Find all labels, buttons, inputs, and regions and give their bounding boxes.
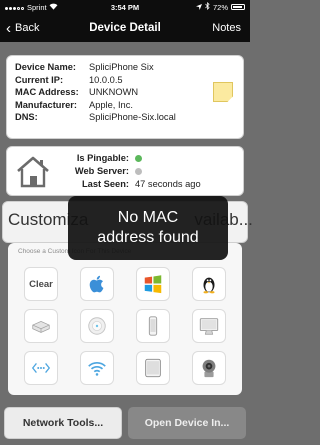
tablet-icon: [145, 358, 161, 378]
webserver-indicator: [135, 168, 142, 175]
clear-label: Clear: [29, 278, 53, 290]
no-mac-toast: No MAC address found: [68, 196, 228, 260]
pingable-indicator: [135, 155, 142, 162]
carrier-label: Sprint: [27, 2, 47, 12]
signal-icon: [5, 3, 25, 12]
carrier-info: Sprint: [5, 3, 58, 12]
wifi-status-icon: [49, 3, 58, 12]
monitor-icon: [199, 318, 219, 335]
wifi-icon-button[interactable]: [80, 351, 114, 385]
dns-row: DNS: SpliciPhone-Six.local: [15, 111, 235, 124]
open-device-button[interactable]: Open Device In...: [128, 407, 246, 439]
field-label: Manufacturer:: [15, 99, 77, 110]
sticky-note-icon[interactable]: [213, 82, 233, 102]
phone-icon: [148, 316, 158, 336]
location-icon: [195, 3, 202, 12]
linux-icon: [203, 277, 215, 294]
network-icon: [31, 363, 51, 373]
pingable-label: Is Pingable:: [76, 153, 129, 163]
apple-icon-button[interactable]: [80, 267, 114, 301]
field-value: 10.0.0.5: [89, 74, 123, 85]
router-icon-button[interactable]: [24, 309, 58, 343]
apple-icon: [89, 275, 104, 293]
smart-speaker-icon: [88, 317, 106, 335]
nav-bar: ‹ Back Device Detail Notes: [0, 14, 250, 42]
device-name-row: Device Name: SpliciPhone Six: [15, 61, 235, 74]
back-label: Back: [15, 22, 40, 34]
clear-icon-button[interactable]: Clear: [24, 267, 58, 301]
icon-picker: Choose a Custom Icon For This Device Cle…: [8, 243, 242, 395]
field-value: SpliciPhone-Six.local: [89, 112, 176, 123]
manufacturer-row: Manufacturer: Apple, Inc.: [15, 99, 235, 112]
field-label: Current IP:: [15, 74, 64, 85]
field-value: UNKNOWN: [89, 87, 139, 98]
last-seen-label: Last Seen:: [81, 179, 129, 189]
router-icon: [32, 321, 50, 333]
mac-address-row: MAC Address: UNKNOWN: [15, 86, 235, 99]
toast-line-1: No MAC: [117, 209, 179, 226]
status-bar: Sprint 3:54 PM 72%: [0, 0, 250, 14]
linux-icon-button[interactable]: [192, 267, 226, 301]
battery-icon: [231, 4, 245, 10]
field-value: Apple, Inc.: [89, 99, 133, 110]
webserver-label: Web Server:: [74, 166, 129, 176]
device-status-card: Is Pingable: Web Server: Last Seen: 47 s…: [6, 146, 244, 196]
device-info-card: Device Name: SpliciPhone Six Current IP:…: [6, 55, 244, 139]
back-button[interactable]: ‹ Back: [0, 21, 39, 36]
toast-line-2: address found: [97, 229, 199, 246]
field-label: Device Name:: [15, 62, 76, 72]
notes-button[interactable]: Notes: [212, 22, 250, 34]
battery-percent: 72%: [212, 2, 228, 12]
field-label: MAC Address:: [15, 87, 79, 98]
field-value: SpliciPhone Six: [89, 62, 154, 72]
current-ip-row: Current IP: 10.0.0.5: [15, 74, 235, 87]
camera-icon-button[interactable]: [192, 351, 226, 385]
windows-icon-button[interactable]: [136, 267, 170, 301]
tablet-icon-button[interactable]: [136, 351, 170, 385]
monitor-icon-button[interactable]: [192, 309, 226, 343]
pingable-row: Is Pingable:: [7, 153, 245, 163]
bluetooth-icon: [205, 1, 210, 12]
chevron-left-icon: ‹: [6, 19, 11, 37]
top-bar: Sprint 3:54 PM 72% ‹ Back Device Detail …: [0, 0, 250, 42]
phone-icon-button[interactable]: [136, 309, 170, 343]
smart-speaker-icon-button[interactable]: [80, 309, 114, 343]
last-seen-row: Last Seen: 47 seconds ago: [7, 179, 245, 189]
webserver-row: Web Server:: [7, 166, 245, 176]
status-right: 72%: [195, 1, 245, 12]
field-label: DNS:: [15, 112, 38, 123]
windows-icon: [144, 275, 162, 294]
network-icon-button[interactable]: [24, 351, 58, 385]
network-tools-button[interactable]: Network Tools...: [4, 407, 122, 439]
wifi-icon: [88, 362, 106, 376]
last-seen-value: 47 seconds ago: [135, 179, 201, 189]
camera-icon: [202, 359, 216, 378]
